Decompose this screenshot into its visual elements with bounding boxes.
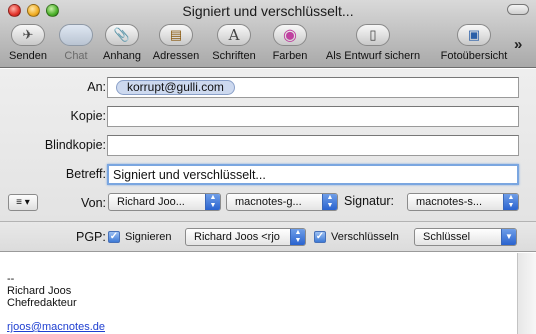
message-body[interactable]: -- Richard Joos Chefredakteur rjoos@macn… [0,253,536,334]
fonts-button[interactable]: A Schriften [208,24,260,66]
address-button[interactable]: ▤ Adressen [150,24,202,66]
popup-arrows-icon: ▲ ▼ [290,229,305,245]
chat-label: Chat [64,50,88,62]
header-options-menu-button[interactable]: ≡ ▾ [8,194,38,211]
toolbar-toggle-button[interactable] [507,4,529,15]
send-button[interactable]: ✈ Senden [6,24,50,66]
signature-block: -- Richard Joos Chefredakteur rjoos@macn… [7,273,105,333]
toolbar: ✈ Senden Chat 📎 Anhang ▤ Adressen A Schr… [0,24,536,68]
cc-row: Kopie: [0,104,536,128]
bcc-field[interactable] [107,135,519,156]
encryption-key-value: Schlüssel [423,231,471,243]
cc-field[interactable] [107,106,519,127]
to-row: An: korrupt@gulli.com [0,75,536,99]
encrypt-label: Verschlüsseln [331,231,399,243]
popup-arrows-icon: ▲ ▼ [205,194,220,210]
subject-label: Betreff: [65,167,106,181]
signature-title: Chefredakteur [7,297,77,309]
sign-label: Signieren [125,231,172,243]
subject-row: Betreff: Signiert und verschlüsselt... [0,162,536,186]
window-title: Signiert und verschlüsselt... [182,3,354,19]
signing-key-value: Richard Joos <rjo [194,231,280,243]
title-toolbar-area: Signiert und verschlüsselt... ✈ Senden C… [0,0,536,68]
pgp-label: PGP: [76,230,106,244]
colors-button[interactable]: ◉ Farben [268,24,312,66]
to-label: An: [87,80,106,94]
save-draft-label: Als Entwurf sichern [325,50,421,62]
address-book-icon: ▤ [159,24,193,46]
signature-name: Richard Joos [7,285,72,297]
popup-arrows-icon: ▲ ▼ [503,194,518,210]
compose-window: Signiert und verschlüsselt... ✈ Senden C… [0,0,536,334]
signature-value: macnotes-s... [416,196,483,208]
signature-label: Signatur: [344,194,395,208]
from-label: Von: [80,196,106,210]
send-icon: ✈ [11,24,45,46]
to-field[interactable]: korrupt@gulli.com [107,77,519,98]
photo-browser-icon: ▣ [457,24,491,46]
photo-browser-label: Fotoübersicht [440,50,508,62]
bcc-row: Blindkopie: [0,133,536,157]
bcc-label: Blindkopie: [44,138,106,152]
save-draft-icon: ▯ [356,24,390,46]
toolbar-overflow-button[interactable]: » [514,36,522,53]
pgp-bar: PGP: ✓ Signieren Richard Joos <rjo ▲ ▼ ✓ … [0,222,536,252]
signing-key-popup[interactable]: Richard Joos <rjo ▲ ▼ [185,228,306,246]
fonts-icon: A [217,24,251,46]
body-scrollbar[interactable] [517,253,536,334]
save-draft-button[interactable]: ▯ Als Entwurf sichern [318,24,428,66]
cc-label: Kopie: [70,109,106,123]
chat-icon [59,24,93,46]
address-label: Adressen [152,50,200,62]
from-account-popup[interactable]: Richard Joo... ▲ ▼ [108,193,221,211]
chat-button[interactable]: Chat [56,24,96,66]
from-server-popup[interactable]: macnotes-g... ▲ ▼ [226,193,338,211]
message-headers: An: korrupt@gulli.com Kopie: Blindkopie:… [0,69,536,221]
colors-label: Farben [272,50,308,62]
attach-label: Anhang [103,50,141,62]
signature-email-link[interactable]: rjoos@macnotes.de [7,321,105,333]
fonts-label: Schriften [212,50,256,62]
chevron-down-icon: ▼ [501,229,516,245]
paperclip-icon: 📎 [105,24,139,46]
encrypt-checkbox[interactable]: ✓ [314,231,326,243]
from-account-value: Richard Joo... [117,196,185,208]
sign-checkbox[interactable]: ✓ [108,231,120,243]
signature-popup[interactable]: macnotes-s... ▲ ▼ [407,193,519,211]
recipient-token[interactable]: korrupt@gulli.com [116,80,235,95]
attach-button[interactable]: 📎 Anhang [100,24,144,66]
colors-icon: ◉ [273,24,307,46]
from-row: ≡ ▾ Von: Richard Joo... ▲ ▼ macnotes-g...… [0,191,536,215]
subject-field[interactable]: Signiert und verschlüsselt... [107,164,519,185]
encryption-key-popup[interactable]: Schlüssel ▼ [414,228,517,246]
from-server-value: macnotes-g... [235,196,302,208]
send-label: Senden [9,50,47,62]
photo-browser-button[interactable]: ▣ Fotoübersicht [434,24,514,66]
signature-separator: -- [7,273,15,285]
subject-value: Signiert und verschlüsselt... [113,168,266,182]
popup-arrows-icon: ▲ ▼ [322,194,337,210]
